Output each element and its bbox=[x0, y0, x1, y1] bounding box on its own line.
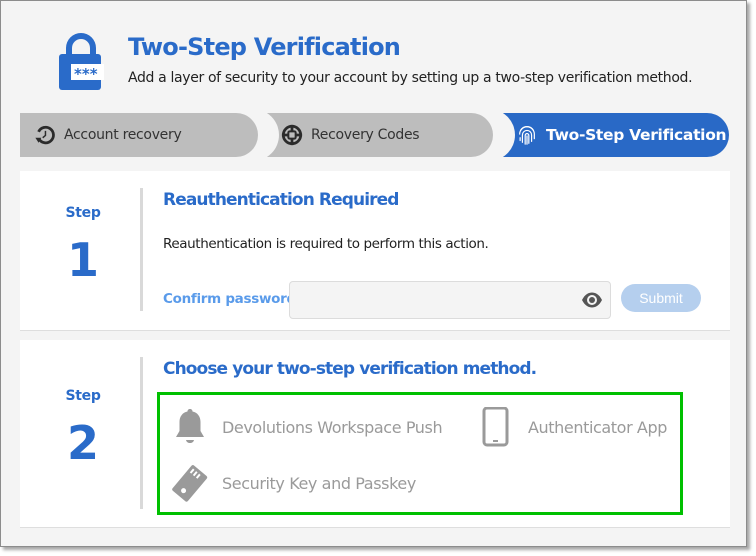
tab-bar: Account recovery Recovery Codes Two-Step… bbox=[20, 113, 730, 157]
submit-button[interactable]: Submit bbox=[621, 284, 701, 312]
confirm-password-input[interactable] bbox=[289, 281, 611, 319]
svg-text:***: *** bbox=[74, 65, 98, 83]
method-label: Security Key and Passkey bbox=[222, 473, 416, 493]
section-description: Reauthentication is required to perform … bbox=[163, 236, 489, 252]
section-title: Reauthentication Required bbox=[163, 190, 399, 210]
step-2-card: Step 2 Choose your two-step verification… bbox=[20, 340, 730, 528]
method-authenticator-app[interactable]: Authenticator App bbox=[478, 407, 667, 447]
history-icon bbox=[35, 125, 55, 145]
confirm-password-label: Confirm password bbox=[163, 291, 296, 307]
method-label: Devolutions Workspace Push bbox=[222, 417, 443, 437]
method-label: Authenticator App bbox=[528, 417, 667, 437]
tab-label: Account recovery bbox=[64, 127, 182, 143]
step-indicator: Step 2 bbox=[20, 388, 146, 466]
method-security-key[interactable]: Security Key and Passkey bbox=[172, 463, 416, 503]
divider bbox=[140, 188, 143, 311]
step-indicator: Step 1 bbox=[20, 205, 146, 283]
tab-recovery-codes[interactable]: Recovery Codes bbox=[263, 113, 493, 157]
tab-account-recovery[interactable]: Account recovery bbox=[20, 113, 258, 157]
step-number: 2 bbox=[66, 416, 99, 470]
tab-label: Recovery Codes bbox=[311, 127, 420, 143]
step-1-card: Step 1 Reauthentication Required Reauthe… bbox=[20, 171, 730, 331]
tab-two-step-verification[interactable]: Two-Step Verification bbox=[499, 113, 729, 157]
step-label: Step bbox=[65, 388, 101, 404]
bell-icon bbox=[176, 409, 204, 443]
fingerprint-icon bbox=[519, 126, 535, 145]
window: *** Two-Step Verification Add a layer of… bbox=[0, 0, 747, 547]
step-number: 1 bbox=[66, 233, 99, 287]
page-title: Two-Step Verification bbox=[128, 33, 401, 61]
step-label: Step bbox=[65, 205, 101, 221]
divider bbox=[140, 357, 143, 509]
eye-icon[interactable] bbox=[581, 291, 603, 309]
tab-label: Two-Step Verification bbox=[546, 126, 727, 144]
lock-password-icon: *** bbox=[59, 33, 104, 90]
page-subtitle: Add a layer of security to your account … bbox=[128, 70, 693, 86]
method-workspace-push[interactable]: Devolutions Workspace Push bbox=[172, 407, 443, 447]
security-key-icon bbox=[172, 465, 208, 502]
verification-methods-box: Devolutions Workspace Push Authenticator… bbox=[157, 392, 683, 515]
lifebuoy-icon bbox=[281, 124, 303, 146]
section-title: Choose your two-step verification method… bbox=[163, 359, 537, 379]
smartphone-icon bbox=[482, 407, 509, 447]
